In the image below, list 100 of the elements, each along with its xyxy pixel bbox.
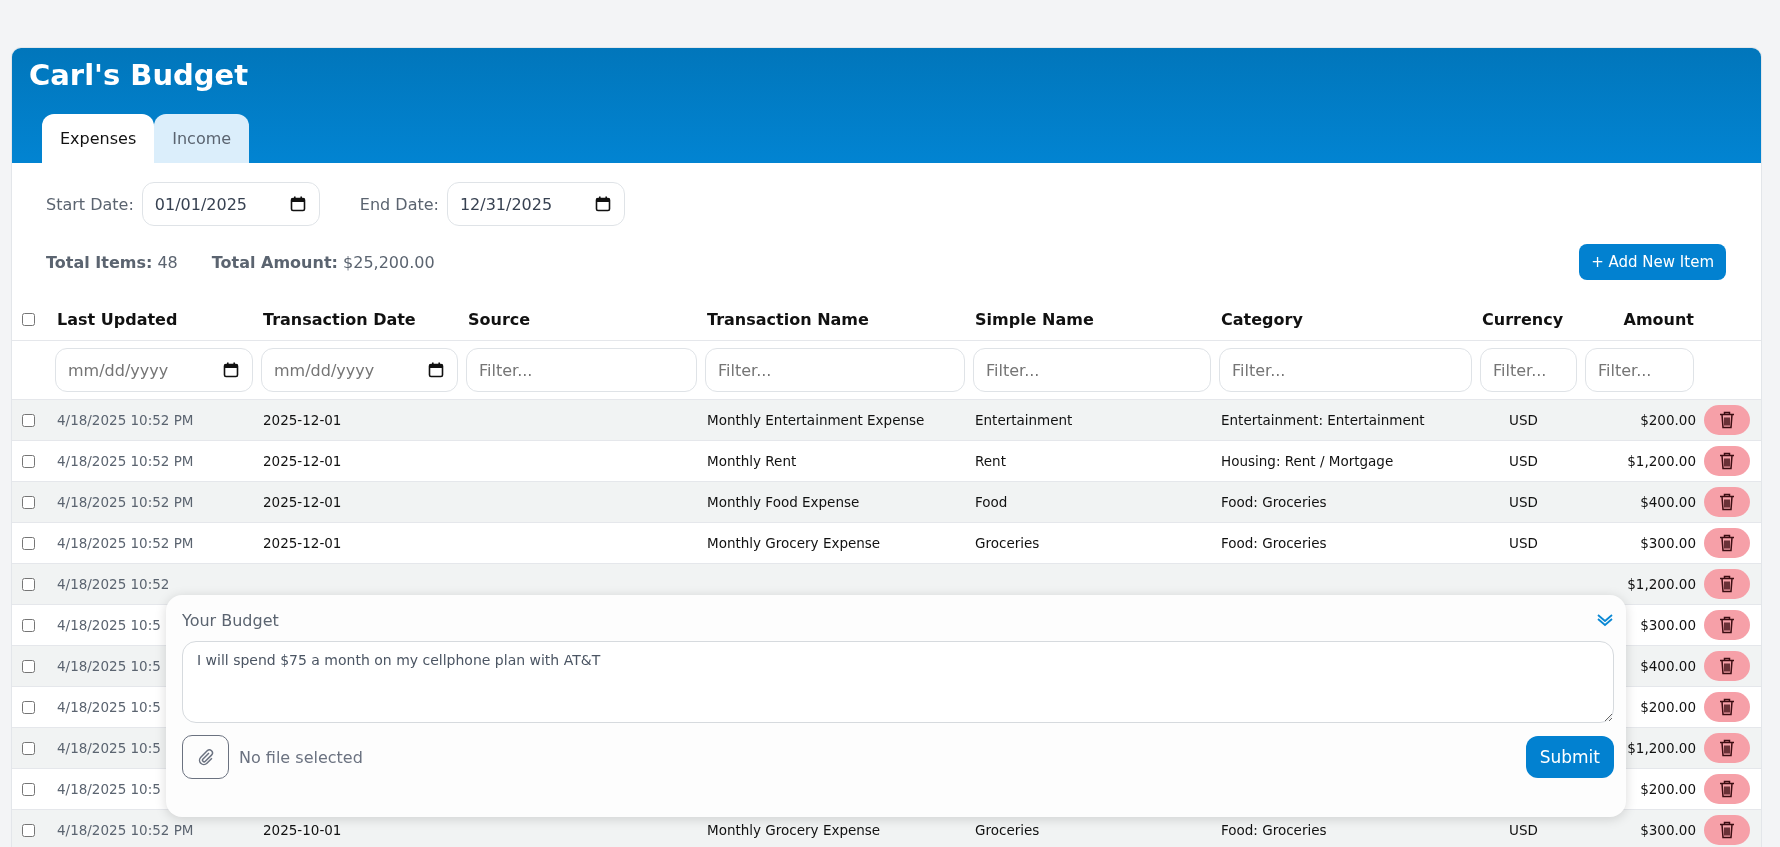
transaction-name-cell: Monthly Food Expense [707, 494, 860, 510]
simple-name-cell: Rent [975, 453, 1006, 469]
amount-cell: $300.00 [1640, 535, 1696, 551]
filter-field[interactable]: Filter... [1219, 348, 1472, 392]
timestamp-cell: 4/18/2025 10:52 PM [57, 535, 194, 551]
row-checkbox[interactable] [22, 577, 35, 591]
column-header: Transaction Date [263, 309, 416, 329]
date-cell: 2025-12-01 [263, 453, 342, 469]
delete-button[interactable] [1704, 610, 1750, 640]
timestamp-cell: 4/18/2025 10:52 PM [57, 412, 194, 428]
column-header: Currency [1482, 309, 1564, 329]
currency-cell: USD [1509, 822, 1538, 838]
category-cell: Food: Groceries [1221, 494, 1327, 510]
delete-button[interactable] [1704, 733, 1750, 763]
amount-cell: $400.00 [1640, 494, 1696, 510]
chevron-down-icon[interactable] [1596, 613, 1614, 627]
filter-field[interactable]: Filter... [705, 348, 965, 392]
amount-cell: $1,200.00 [1627, 740, 1696, 756]
paperclip-icon [196, 748, 215, 766]
trash-icon [1719, 821, 1735, 839]
select-all-checkbox[interactable] [22, 312, 35, 326]
row-checkbox[interactable] [22, 618, 35, 632]
transaction-name-cell: Monthly Rent [707, 453, 797, 469]
simple-name-cell: Groceries [975, 822, 1040, 838]
filter-field[interactable]: Filter... [1480, 348, 1577, 392]
row-checkbox[interactable] [22, 454, 35, 468]
column-header: Amount [1623, 309, 1694, 329]
amount-cell: $200.00 [1640, 781, 1696, 797]
row-checkbox[interactable] [22, 495, 35, 509]
row-checkbox[interactable] [22, 700, 35, 714]
file-status-text: No file selected [239, 747, 364, 767]
timestamp-cell: 4/18/2025 10:5 [57, 617, 161, 633]
start-date-label: Start Date: [46, 194, 134, 214]
category-cell: Food: Groceries [1221, 535, 1327, 551]
row-checkbox[interactable] [22, 659, 35, 673]
row-checkbox[interactable] [22, 413, 35, 427]
trash-icon [1719, 739, 1735, 757]
delete-button[interactable] [1704, 487, 1750, 517]
row-checkbox[interactable] [22, 823, 35, 837]
budget-input[interactable]: I will spend $75 a month on my cellphone plan with AT&T [182, 641, 1614, 723]
trash-icon [1719, 657, 1735, 675]
category-cell: Food: Groceries [1221, 822, 1327, 838]
filter-field[interactable]: Filter... [973, 348, 1211, 392]
timestamp-cell: 4/18/2025 10:52 [57, 576, 170, 592]
calendar-icon[interactable] [428, 362, 444, 378]
trash-icon [1719, 575, 1735, 593]
trash-icon [1719, 452, 1735, 470]
timestamp-cell: 4/18/2025 10:5 [57, 658, 161, 674]
end-date-field[interactable]: 12/31/2025 [446, 182, 625, 226]
row-checkbox[interactable] [22, 536, 35, 550]
delete-button[interactable] [1704, 446, 1750, 476]
delete-button[interactable] [1704, 692, 1750, 722]
timestamp-cell: 4/18/2025 10:52 PM [57, 453, 194, 469]
total-amount-text: Total Amount: $25,200.00 [211, 252, 435, 272]
trash-icon [1719, 780, 1735, 798]
timestamp-cell: 4/18/2025 10:5 [57, 740, 161, 756]
calendar-icon[interactable] [223, 362, 239, 378]
delete-button[interactable] [1704, 405, 1750, 435]
calendar-icon[interactable] [594, 196, 611, 212]
currency-cell: USD [1509, 535, 1538, 551]
delete-button[interactable] [1704, 815, 1750, 845]
date-filter-field[interactable]: mm/dd/yyyy [55, 348, 253, 392]
delete-button[interactable] [1704, 651, 1750, 681]
trash-icon [1719, 534, 1735, 552]
column-header: Simple Name [975, 309, 1094, 329]
amount-cell: $1,200.00 [1627, 453, 1696, 469]
trash-icon [1719, 698, 1735, 716]
currency-cell: USD [1509, 453, 1538, 469]
amount-cell: $300.00 [1640, 822, 1696, 838]
amount-cell: $300.00 [1640, 617, 1696, 633]
date-cell: 2025-12-01 [263, 412, 342, 428]
column-header: Transaction Name [707, 309, 869, 329]
delete-button[interactable] [1704, 774, 1750, 804]
row-checkbox[interactable] [22, 741, 35, 755]
tab[interactable]: Expenses [42, 114, 155, 163]
currency-cell: USD [1509, 494, 1538, 510]
calendar-icon[interactable] [289, 196, 306, 212]
add-item-button[interactable]: + Add New Item [1579, 244, 1726, 280]
tab[interactable]: Income [154, 114, 250, 163]
category-cell: Entertainment: Entertainment [1221, 412, 1425, 428]
submit-button[interactable]: Submit [1525, 736, 1614, 778]
filter-field[interactable]: Filter... [1585, 348, 1694, 392]
column-header: Category [1221, 309, 1303, 329]
amount-cell: $400.00 [1640, 658, 1696, 674]
transaction-name-cell: Monthly Grocery Expense [707, 822, 881, 838]
row-checkbox[interactable] [22, 782, 35, 796]
currency-cell: USD [1509, 412, 1538, 428]
delete-button[interactable] [1704, 528, 1750, 558]
timestamp-cell: 4/18/2025 10:5 [57, 699, 161, 715]
attach-button[interactable] [182, 735, 229, 779]
date-filter-field[interactable]: mm/dd/yyyy [261, 348, 458, 392]
category-cell: Housing: Rent / Mortgage [1221, 453, 1394, 469]
filter-field[interactable]: Filter... [466, 348, 697, 392]
column-header: Source [468, 309, 531, 329]
total-items-text: Total Items: 48 [46, 252, 178, 272]
delete-button[interactable] [1704, 569, 1750, 599]
simple-name-cell: Groceries [975, 535, 1040, 551]
amount-cell: $1,200.00 [1627, 576, 1696, 592]
transaction-name-cell: Monthly Grocery Expense [707, 535, 881, 551]
start-date-field[interactable]: 01/01/2025 [141, 182, 320, 226]
